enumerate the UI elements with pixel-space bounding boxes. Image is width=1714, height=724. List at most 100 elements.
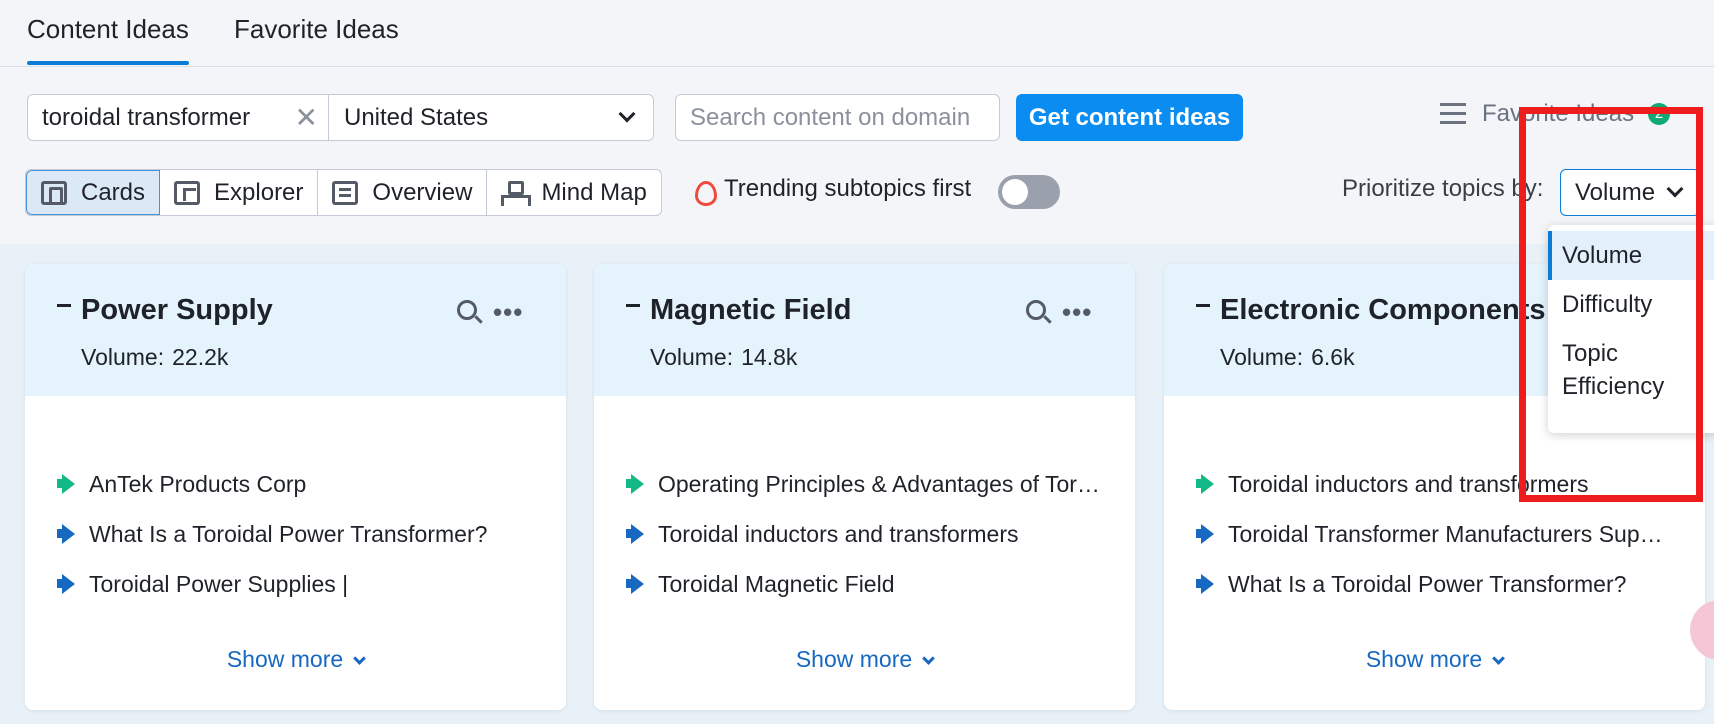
list-item[interactable]: What Is a Toroidal Power Transformer?	[1194, 559, 1693, 609]
volume-label: Volume:	[650, 344, 734, 370]
list-item[interactable]: Operating Principles & Advantages of Tor…	[624, 459, 1123, 509]
keyword-input[interactable]: toroidal transformer ✕	[27, 94, 329, 141]
card-volume: Volume: 14.8k	[650, 344, 805, 371]
show-more-label: Show more	[795, 646, 913, 672]
prioritize-label: Prioritize topics by:	[1342, 175, 1544, 202]
list-item[interactable]: What Is a Toroidal Power Transformer?	[55, 509, 554, 559]
volume-label: Volume:	[1220, 344, 1304, 370]
list-item[interactable]: Toroidal Power Supplies |	[55, 559, 554, 609]
view-cards-button[interactable]: Cards	[26, 170, 161, 215]
megaphone-icon	[1194, 473, 1216, 495]
view-switcher: Cards Explorer Overview Mind Map	[25, 169, 662, 216]
item-text: What Is a Toroidal Power Transformer?	[89, 520, 488, 547]
view-explorer-button[interactable]: Explorer	[160, 170, 319, 215]
trending-label: Trending subtopics first	[724, 175, 972, 202]
card-header: Power Supply Volume: 22.2k •••	[25, 264, 566, 396]
tab-favorite-ideas[interactable]: Favorite Ideas	[234, 14, 399, 45]
megaphone-icon	[624, 573, 646, 595]
chevron-down-icon	[353, 652, 367, 665]
item-text: Toroidal inductors and transformers	[658, 520, 1019, 547]
item-text: Operating Principles & Advantages of Tor…	[658, 470, 1100, 497]
view-cards-label: Cards	[81, 178, 146, 206]
list-item[interactable]: AnTek Products Corp	[55, 459, 554, 509]
card-header: Magnetic Field Volume: 14.8k •••	[594, 264, 1135, 396]
cards-icon	[41, 180, 67, 205]
view-explorer-label: Explorer	[214, 178, 304, 206]
prioritize-select[interactable]: Volume	[1560, 169, 1700, 216]
chevron-down-icon	[922, 652, 936, 665]
domain-search-input[interactable]	[675, 94, 1000, 141]
show-more-label: Show more	[226, 646, 344, 672]
megaphone-icon	[55, 573, 77, 595]
megaphone-icon	[624, 473, 646, 495]
list-item[interactable]: Toroidal inductors and transformers	[624, 509, 1123, 559]
megaphone-icon	[55, 473, 77, 495]
show-more-link[interactable]: Show more	[25, 646, 566, 673]
card-item-list: AnTek Products Corp What Is a Toroidal P…	[55, 459, 554, 609]
favorite-ideas-link[interactable]: Favorite Ideas 2	[1440, 100, 1671, 128]
collapse-icon[interactable]	[57, 304, 71, 307]
volume-value: 22.2k	[172, 344, 229, 370]
chevron-down-icon	[1492, 652, 1506, 665]
show-more-label: Show more	[1365, 646, 1483, 672]
prioritize-dropdown: Volume Difficulty Topic Efficiency	[1548, 225, 1714, 433]
show-more-link[interactable]: Show more	[1164, 646, 1705, 673]
megaphone-icon	[55, 523, 77, 545]
view-overview-button[interactable]: Overview	[318, 170, 488, 215]
overview-icon	[332, 180, 359, 205]
megaphone-icon	[1194, 573, 1216, 595]
volume-label: Volume:	[81, 344, 165, 370]
option-volume[interactable]: Volume	[1548, 231, 1714, 280]
search-icon[interactable]	[457, 300, 477, 320]
collapse-icon[interactable]	[1196, 304, 1210, 307]
collapse-icon[interactable]	[626, 304, 640, 307]
favorite-ideas-label: Favorite Ideas	[1482, 100, 1635, 127]
search-icon[interactable]	[1026, 300, 1046, 320]
item-text: Toroidal inductors and transformers	[1228, 470, 1589, 497]
view-mindmap-button[interactable]: Mind Map	[487, 170, 660, 215]
item-text: Toroidal Transformer Manufacturers Sup…	[1228, 520, 1663, 547]
topic-card: Magnetic Field Volume: 14.8k ••• Operatin…	[594, 264, 1135, 710]
card-title: Electronic Components	[1220, 294, 1546, 326]
item-text: Toroidal Power Supplies |	[89, 570, 349, 597]
trending-toggle[interactable]	[998, 175, 1060, 209]
card-volume: Volume: 22.2k	[81, 344, 236, 371]
table-icon	[174, 180, 201, 205]
item-text: AnTek Products Corp	[89, 470, 307, 497]
get-content-ideas-button[interactable]: Get content ideas	[1016, 94, 1243, 141]
card-volume: Volume: 6.6k	[1220, 344, 1363, 371]
mind-map-icon	[501, 180, 532, 206]
list-item[interactable]: Toroidal inductors and transformers	[1194, 459, 1693, 509]
topic-card: Power Supply Volume: 22.2k ••• AnTek Prod…	[25, 264, 566, 710]
top-tabs: Content Ideas Favorite Ideas	[0, 0, 1714, 67]
megaphone-icon	[1194, 523, 1216, 545]
view-mindmap-label: Mind Map	[541, 178, 647, 206]
country-value: United States	[344, 103, 489, 131]
trending-subtopics: Trending subtopics first	[694, 175, 972, 206]
item-text: What Is a Toroidal Power Transformer?	[1228, 570, 1627, 597]
show-more-link[interactable]: Show more	[594, 646, 1135, 673]
favorite-count-badge: 2	[1648, 103, 1671, 125]
option-difficulty[interactable]: Difficulty	[1548, 280, 1714, 329]
flame-icon	[694, 176, 717, 206]
card-item-list: Toroidal inductors and transformers Toro…	[1194, 459, 1693, 609]
card-title: Magnetic Field	[650, 294, 852, 326]
list-item[interactable]: Toroidal Magnetic Field	[624, 559, 1123, 609]
clear-icon[interactable]: ✕	[295, 101, 318, 134]
item-text: Toroidal Magnetic Field	[658, 570, 895, 597]
prioritize-selected-value: Volume	[1575, 178, 1656, 206]
megaphone-icon	[624, 523, 646, 545]
view-overview-label: Overview	[372, 178, 473, 206]
volume-value: 6.6k	[1311, 344, 1355, 370]
card-item-list: Operating Principles & Advantages of Tor…	[624, 459, 1123, 609]
list-item[interactable]: Toroidal Transformer Manufacturers Sup…	[1194, 509, 1693, 559]
tab-content-ideas[interactable]: Content Ideas	[27, 14, 189, 65]
country-select[interactable]: United States	[328, 94, 654, 141]
chevron-down-icon	[618, 105, 636, 123]
card-title: Power Supply	[81, 294, 273, 326]
list-icon	[1440, 103, 1466, 125]
more-icon[interactable]: •••	[1062, 299, 1092, 325]
option-topic-efficiency[interactable]: Topic Efficiency	[1548, 329, 1714, 411]
more-icon[interactable]: •••	[493, 299, 523, 325]
chevron-down-icon	[1666, 180, 1684, 198]
